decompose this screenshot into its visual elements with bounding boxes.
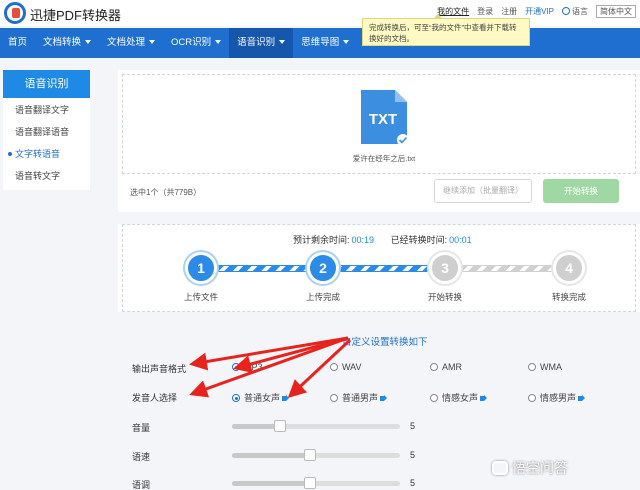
voice-option-male[interactable]: 普通男声	[330, 391, 388, 404]
nav-doc-convert[interactable]: 文档转换	[35, 28, 99, 58]
radio-icon	[330, 394, 338, 402]
time-row: 预计剩余时间: 00:19 已经转换时间: 00:01	[293, 233, 486, 246]
speed-slider[interactable]	[232, 449, 400, 461]
language-label: 语言	[562, 6, 588, 17]
radio-icon	[430, 394, 438, 402]
speaker-icon[interactable]	[282, 395, 290, 401]
radio-icon	[430, 363, 438, 371]
radio-icon	[528, 363, 536, 371]
format-option-mp3[interactable]: MP3	[232, 362, 263, 372]
remaining-time-label: 预计剩余时间:	[293, 235, 350, 245]
speaker-icon[interactable]	[480, 395, 488, 401]
file-type-label: TXT	[369, 111, 397, 128]
chevron-down-icon	[85, 40, 92, 44]
selected-info: 选中1个（共779B）	[130, 188, 202, 197]
start-convert-button[interactable]: 开始转换	[543, 179, 619, 203]
top-bar: 迅捷PDF转换器 我的文件 登录 注册 开通VIP 语言 简体中文	[0, 0, 640, 26]
add-more-button[interactable]: 继续添加（批量翻译）	[434, 179, 532, 203]
chevron-down-icon	[149, 40, 156, 44]
step-1-label: 上传文件	[183, 292, 218, 302]
vip-link[interactable]: 开通VIP	[525, 6, 554, 17]
speaker-icon[interactable]	[380, 395, 388, 401]
speed-slider-thumb[interactable]	[304, 449, 316, 461]
language-select[interactable]: 简体中文	[596, 5, 636, 18]
format-option-amr[interactable]: AMR	[430, 362, 462, 372]
elapsed-time-label: 已经转换时间:	[390, 235, 448, 245]
sidebar-item-text-to-speech[interactable]: 文字转语音	[3, 144, 90, 164]
voice-label: 发音人选择	[132, 393, 178, 403]
format-option-wma[interactable]: WMA	[528, 362, 562, 372]
elapsed-time-value: 00:01	[449, 235, 472, 245]
progress-track-pending	[445, 265, 569, 272]
volume-slider[interactable]	[232, 420, 400, 432]
progress-panel: 预计剩余时间: 00:19 已经转换时间: 00:01 1 2 3 4 上传文件 上…	[118, 224, 640, 312]
register-link[interactable]: 注册	[501, 6, 517, 17]
radio-icon	[528, 394, 536, 402]
radio-checked-icon	[232, 363, 240, 371]
speed-value: 5	[410, 450, 416, 460]
file-dropzone[interactable]: TXT 爱许在经年之后.txt	[122, 74, 636, 174]
globe-icon	[562, 7, 570, 15]
format-option-wav[interactable]: WAV	[330, 362, 362, 372]
sidebar: 语音识别 语音翻译文字 语音翻译语音 文字转语音 语音转文字	[3, 70, 90, 190]
sidebar-title: 语音识别	[3, 70, 90, 98]
chevron-down-icon	[215, 40, 222, 44]
nav-mindmap[interactable]: 思维导图	[293, 28, 357, 58]
speed-label: 语速	[132, 452, 151, 462]
chevron-down-icon	[343, 40, 350, 44]
pitch-value: 5	[410, 478, 416, 488]
voice-option-emotion-male[interactable]: 情感男声	[528, 391, 586, 404]
pitch-slider-thumb[interactable]	[304, 477, 316, 489]
remaining-time-value: 00:19	[351, 235, 375, 245]
nav-doc-process[interactable]: 文档处理	[99, 28, 163, 58]
file-name: 爱许在经年之后.txt	[352, 154, 416, 163]
step-2-circle: 2	[307, 252, 339, 284]
nav-speech[interactable]: 语音识别	[229, 28, 294, 58]
voice-option-female[interactable]: 普通女声	[232, 391, 290, 404]
txt-file-icon[interactable]: TXT	[359, 88, 409, 146]
sidebar-item-speech-to-text[interactable]: 语音转文字	[3, 166, 90, 186]
step-3-label: 开始转换	[427, 292, 462, 302]
volume-slider-thumb[interactable]	[274, 420, 286, 432]
progress-box: 预计剩余时间: 00:19 已经转换时间: 00:01 1 2 3 4 上传文件 上…	[122, 224, 636, 312]
pitch-label: 语调	[132, 480, 151, 490]
nav-home[interactable]: 首页	[0, 28, 35, 58]
sidebar-item-speech-to-text-translate[interactable]: 语音翻译文字	[3, 100, 90, 120]
volume-value: 5	[410, 421, 416, 431]
login-link[interactable]: 登录	[477, 6, 493, 17]
step-2-label: 上传完成	[305, 292, 340, 302]
voice-option-emotion-female[interactable]: 情感女声	[430, 391, 488, 404]
top-links: 我的文件 登录 注册 开通VIP 语言 简体中文	[437, 5, 636, 18]
nav-ocr[interactable]: OCR识别	[163, 28, 229, 58]
chevron-down-icon	[279, 40, 286, 44]
main-nav: 首页 文档转换 文档处理 OCR识别 语音识别 思维导图 在线	[0, 28, 640, 58]
my-files-tooltip: 完成转换后，可至“我的文件”中查看并下载转换好的文档。	[362, 14, 530, 46]
speaker-icon[interactable]	[578, 395, 586, 401]
radio-icon	[330, 363, 338, 371]
step-4-label: 转换完成	[551, 292, 586, 302]
app-title: 迅捷PDF转换器	[30, 8, 122, 23]
step-1-circle: 1	[185, 252, 217, 284]
watermark: 悟空问答	[492, 458, 568, 478]
upload-panel: TXT 爱许在经年之后.txt 选中1个（共779B） 继续添加（批量翻译） 开…	[118, 70, 640, 212]
settings-title: 自定义设置转换如下	[342, 337, 428, 348]
format-label: 输出声音格式	[132, 364, 187, 374]
step-3-circle: 3	[429, 252, 461, 284]
pitch-slider[interactable]	[232, 477, 400, 489]
volume-label: 音量	[132, 423, 151, 433]
app-logo-icon	[4, 2, 26, 24]
watermark-logo-icon	[492, 461, 508, 475]
radio-checked-icon	[232, 394, 240, 402]
step-4-circle: 4	[553, 252, 585, 284]
active-bullet-icon	[8, 152, 12, 156]
sidebar-item-speech-translate[interactable]: 语音翻译语音	[3, 122, 90, 142]
